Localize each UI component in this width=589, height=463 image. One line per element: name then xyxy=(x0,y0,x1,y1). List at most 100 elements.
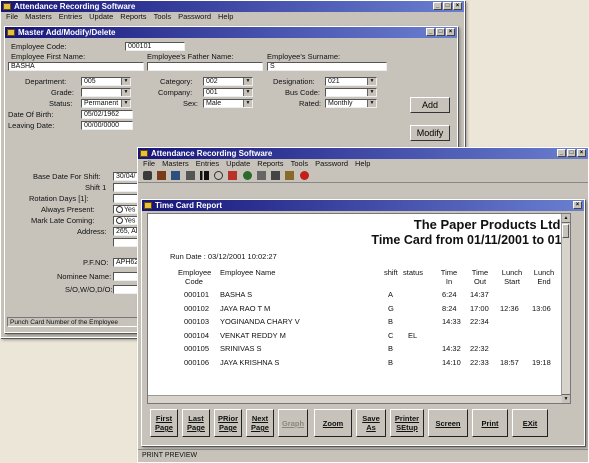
menu-entries[interactable]: Entries xyxy=(196,159,219,169)
cell-shift: G xyxy=(388,303,394,313)
exit-icon[interactable] xyxy=(299,171,309,181)
zoom-button[interactable]: Zoom xyxy=(314,409,352,437)
cell-in: 14:10 xyxy=(442,357,461,367)
father-name-field[interactable] xyxy=(147,62,263,71)
category-value: 002 xyxy=(206,78,218,85)
next-page-button[interactable]: Next Page xyxy=(246,409,274,437)
chevron-down-icon[interactable]: ▼ xyxy=(121,78,130,85)
menu-masters[interactable]: Masters xyxy=(162,159,189,169)
company-select[interactable]: 001 ▼ xyxy=(203,88,253,97)
bus-code-select[interactable]: ▼ xyxy=(325,88,377,97)
screen-button[interactable]: Screen xyxy=(428,409,468,437)
exit-button[interactable]: EXit xyxy=(512,409,548,437)
rotation-days-label: Rotation Days [1]: xyxy=(29,194,89,203)
minimize-icon[interactable]: _ xyxy=(433,2,442,10)
menu-masters[interactable]: Masters xyxy=(25,12,52,22)
cell-in: 14:32 xyxy=(442,344,461,353)
leaving-date-field[interactable]: 00/00/0000 xyxy=(81,121,133,130)
employee-icon[interactable] xyxy=(143,171,152,181)
menu-reports[interactable]: Reports xyxy=(257,159,283,169)
back-window-titlebar[interactable]: Attendance Recording Software _ □ × xyxy=(1,1,464,12)
attendance-icon[interactable] xyxy=(157,171,167,181)
scroll-up-icon[interactable]: ▲ xyxy=(562,214,570,223)
menu-tools[interactable]: Tools xyxy=(154,12,172,22)
fax-icon[interactable] xyxy=(271,171,281,181)
employee-code-field[interactable]: 000101 xyxy=(125,42,185,51)
menu-reports[interactable]: Reports xyxy=(120,12,146,22)
master-titlebar[interactable]: Master Add/Modify/Delete _ □ × xyxy=(5,27,457,38)
leave-icon[interactable] xyxy=(171,171,181,181)
gift-icon[interactable] xyxy=(228,171,238,181)
prior-page-button[interactable]: PRior Page xyxy=(214,409,242,437)
search-icon[interactable] xyxy=(214,171,224,181)
designation-select[interactable]: 021 ▼ xyxy=(325,77,377,86)
printer-setup-button[interactable]: Printer SEtup xyxy=(390,409,424,437)
chevron-down-icon[interactable]: ▼ xyxy=(243,89,252,96)
department-select[interactable]: 005 ▼ xyxy=(81,77,131,86)
menu-tools[interactable]: Tools xyxy=(291,159,309,169)
first-name-label: Employee First Name: xyxy=(11,52,86,61)
first-page-button[interactable]: First Page xyxy=(150,409,178,437)
first-name-field[interactable]: BASHA xyxy=(8,62,144,71)
close-icon[interactable]: × xyxy=(577,149,586,157)
modify-button[interactable]: Modify xyxy=(410,125,450,141)
save-as-button[interactable]: Save As xyxy=(356,409,386,437)
chevron-down-icon[interactable]: ▼ xyxy=(243,78,252,85)
rated-select[interactable]: Monthly ▼ xyxy=(325,99,377,108)
button-bar: First Page Last Page PRior Page Next Pag… xyxy=(142,405,584,445)
designation-label: Designation: xyxy=(273,77,315,86)
scroll-down-icon[interactable]: ▼ xyxy=(562,394,570,403)
menu-file[interactable]: File xyxy=(143,159,155,169)
minimize-icon[interactable]: _ xyxy=(426,28,435,36)
menu-password[interactable]: Password xyxy=(178,12,211,22)
close-icon[interactable]: × xyxy=(573,201,582,209)
radio-icon[interactable] xyxy=(116,206,123,213)
dial-icon[interactable] xyxy=(285,171,295,181)
surname-field[interactable]: S xyxy=(267,62,387,71)
chevron-down-icon[interactable]: ▼ xyxy=(121,89,130,96)
company-value: 001 xyxy=(206,89,218,96)
globe-icon[interactable] xyxy=(242,171,252,181)
sex-value: Male xyxy=(206,100,222,107)
header-time-in: Time In xyxy=(440,268,458,286)
graph-button[interactable]: Graph xyxy=(278,409,308,437)
print-button[interactable]: Print xyxy=(472,409,508,437)
add-button[interactable]: Add xyxy=(410,97,450,113)
maximize-icon[interactable]: □ xyxy=(436,28,445,36)
close-icon[interactable]: × xyxy=(453,2,462,10)
chevron-down-icon[interactable]: ▼ xyxy=(121,100,130,107)
chevron-down-icon[interactable]: ▼ xyxy=(367,89,376,96)
sex-select[interactable]: Male ▼ xyxy=(203,99,253,108)
close-icon[interactable]: × xyxy=(446,28,455,36)
report-icon[interactable] xyxy=(185,171,195,181)
menu-update[interactable]: Update xyxy=(89,12,113,22)
menu-file[interactable]: File xyxy=(6,12,18,22)
category-select[interactable]: 002 ▼ xyxy=(203,77,253,86)
menu-update[interactable]: Update xyxy=(226,159,250,169)
scroll-thumb[interactable] xyxy=(562,224,569,238)
chart-icon[interactable] xyxy=(199,171,209,181)
last-page-button[interactable]: Last Page xyxy=(182,409,210,437)
horizontal-scrollbar[interactable] xyxy=(148,395,562,403)
status-select[interactable]: Permanent ▼ xyxy=(81,99,131,108)
chevron-down-icon[interactable]: ▼ xyxy=(367,100,376,107)
menu-password[interactable]: Password xyxy=(315,159,348,169)
chevron-down-icon[interactable]: ▼ xyxy=(367,78,376,85)
status-value: Permanent xyxy=(84,100,119,107)
print-icon[interactable] xyxy=(256,171,266,181)
dob-field[interactable]: 05/02/1962 xyxy=(81,110,133,119)
vertical-scrollbar[interactable]: ▲ ▼ xyxy=(561,214,570,403)
master-title: Master Add/Modify/Delete xyxy=(18,28,116,37)
time-card-titlebar[interactable]: Time Card Report × xyxy=(142,200,584,211)
maximize-icon[interactable]: □ xyxy=(567,149,576,157)
chevron-down-icon[interactable]: ▼ xyxy=(243,100,252,107)
radio-icon[interactable] xyxy=(116,217,123,224)
menu-help[interactable]: Help xyxy=(355,159,370,169)
minimize-icon[interactable]: _ xyxy=(557,149,566,157)
menu-entries[interactable]: Entries xyxy=(59,12,82,22)
front-window-titlebar[interactable]: Attendance Recording Software _ □ × xyxy=(138,148,588,159)
menu-help[interactable]: Help xyxy=(218,12,233,22)
grade-select[interactable]: ▼ xyxy=(81,88,131,97)
maximize-icon[interactable]: □ xyxy=(443,2,452,10)
always-present-value: Yes xyxy=(124,206,136,214)
